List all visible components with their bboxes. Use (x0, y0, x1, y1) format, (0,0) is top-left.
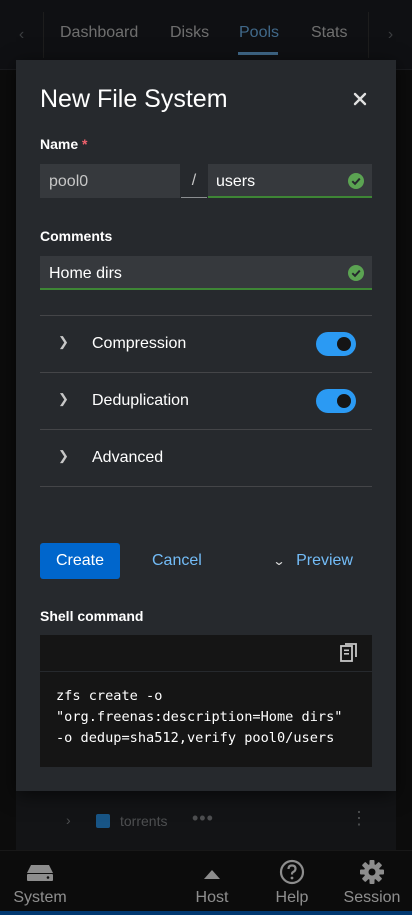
create-button[interactable]: Create (40, 543, 120, 579)
dialog-title: New File System (40, 85, 228, 113)
cancel-button[interactable]: Cancel (152, 543, 202, 579)
deduplication-toggle[interactable] (316, 389, 356, 413)
compression-toggle[interactable] (316, 332, 356, 356)
chevron-right-icon[interactable]: ❯ (58, 448, 69, 464)
chevron-right-icon[interactable]: ❯ (58, 391, 69, 407)
comments-value: Home dirs (49, 265, 122, 282)
chevron-down-icon: ⌄ (272, 554, 286, 568)
comments-label: Comments (40, 228, 113, 244)
chevron-right-icon[interactable]: ❯ (58, 334, 69, 350)
toggle-knob (337, 394, 351, 408)
shell-command-header (40, 635, 372, 671)
shell-command-code[interactable]: zfs create -o "org.freenas:description=H… (40, 672, 372, 767)
toggle-knob (337, 337, 351, 351)
filesystem-name-input[interactable]: users (208, 164, 372, 198)
app-root: ‹ Dashboard Disks Pools Stats › › torren… (0, 0, 412, 915)
copy-icon[interactable] (340, 643, 358, 663)
pool-prefix: pool0 (40, 164, 180, 198)
check-circle-icon (348, 265, 364, 281)
comments-input[interactable]: Home dirs (40, 256, 372, 290)
shell-command-label: Shell command (40, 608, 144, 624)
advanced-section[interactable]: ❯ Advanced (40, 429, 372, 486)
deduplication-section[interactable]: ❯ Deduplication (40, 372, 372, 429)
preview-label: Preview (296, 552, 353, 569)
new-filesystem-dialog: New File System Name * pool0 / users Com… (16, 60, 396, 791)
filesystem-name-value: users (216, 173, 256, 190)
deduplication-label: Deduplication (92, 392, 189, 409)
advanced-label: Advanced (92, 449, 164, 466)
compression-label: Compression (92, 335, 187, 352)
close-button[interactable] (350, 90, 370, 110)
name-label: Name * (40, 136, 87, 152)
check-circle-icon (348, 173, 364, 189)
section-divider (40, 486, 372, 487)
preview-toggle[interactable]: ⌄ Preview (272, 543, 353, 579)
compression-section[interactable]: ❯ Compression (40, 315, 372, 372)
name-label-text: Name (40, 136, 79, 152)
path-separator: / (181, 164, 207, 198)
close-icon (353, 92, 367, 106)
required-mark: * (82, 136, 88, 152)
